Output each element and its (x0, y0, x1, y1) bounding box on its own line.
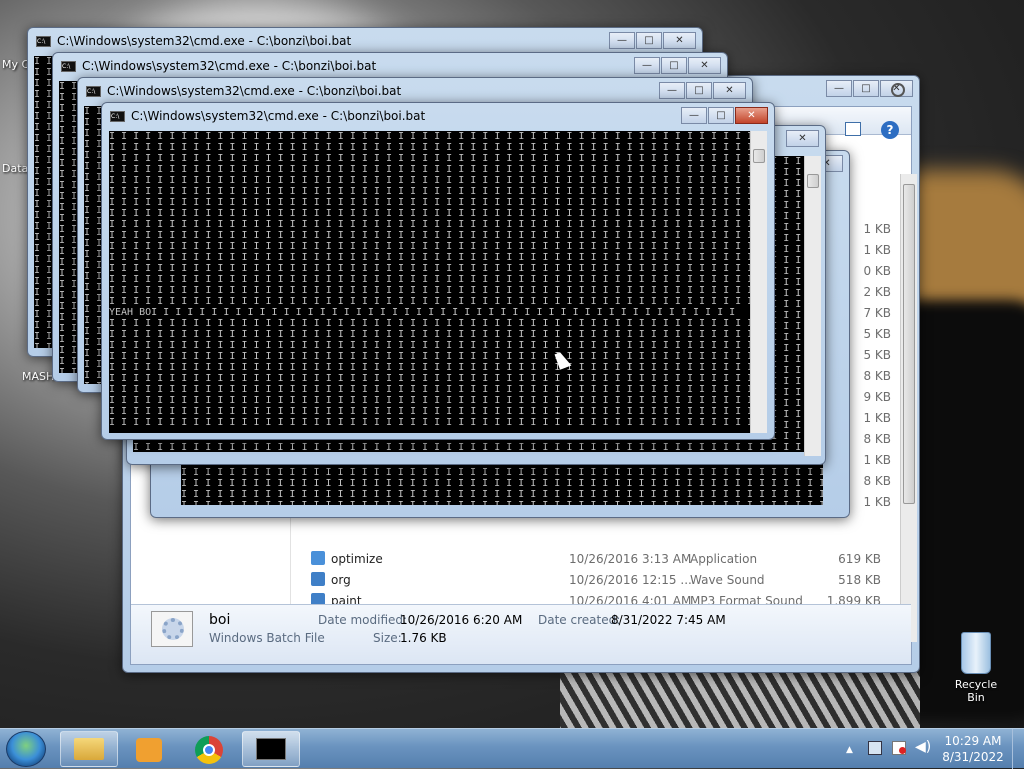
file-size: 8 KB (863, 474, 891, 488)
network-icon[interactable] (868, 741, 882, 755)
action-center-icon[interactable] (892, 741, 906, 755)
minimize-button[interactable]: — (659, 82, 685, 99)
taskbar-cmd-button[interactable] (242, 731, 300, 767)
preview-pane-icon[interactable] (845, 122, 861, 136)
details-file-name: boi (209, 612, 231, 628)
date-created-value: 8/31/2022 7:45 AM (611, 613, 726, 627)
console-scrollbar[interactable] (804, 156, 821, 456)
sound-icon (311, 572, 325, 586)
cmd-icon (256, 738, 286, 760)
chrome-icon (195, 736, 223, 764)
file-size: 8 KB (863, 369, 891, 383)
date-modified-value: 10/26/2016 6:20 AM (400, 613, 523, 627)
file-size: 5 KB (863, 327, 891, 341)
file-size: 1 KB (863, 411, 891, 425)
file-size: 1 KB (863, 222, 891, 236)
taskbar: ▲ ◀) 10:29 AM 8/31/2022 (0, 728, 1024, 769)
help-icon[interactable]: ? (881, 121, 899, 139)
recycle-bin[interactable]: Recycle Bin (945, 632, 1007, 704)
file-size: 0 KB (863, 264, 891, 278)
file-size: 7 KB (863, 306, 891, 320)
show-desktop-button[interactable] (1012, 729, 1024, 769)
cmd-icon: C:\ (110, 110, 125, 122)
details-file-type: Windows Batch File (209, 631, 325, 645)
console-scrollbar[interactable] (750, 131, 767, 433)
size-label: Size: (373, 631, 402, 645)
cmd-icon: C:\ (86, 85, 101, 97)
file-size: 619 KB (838, 552, 881, 566)
size-value: 1.76 KB (400, 631, 447, 645)
close-button[interactable]: ✕ (713, 82, 746, 99)
minimize-button[interactable]: — (609, 32, 635, 49)
maximize-button[interactable]: □ (636, 32, 662, 49)
minimize-button[interactable]: — (826, 80, 852, 97)
date-created-label: Date created: (538, 613, 621, 627)
search-icon[interactable] (891, 83, 905, 97)
file-type: Wave Sound (690, 573, 765, 587)
clock-time: 10:29 AM (944, 734, 1002, 748)
taskbar-explorer-button[interactable] (60, 731, 118, 767)
maximize-button[interactable]: □ (708, 107, 734, 124)
maximize-button[interactable]: □ (661, 57, 687, 74)
file-size: 5 KB (863, 348, 891, 362)
close-button[interactable]: ✕ (688, 57, 721, 74)
file-size: 2 KB (863, 285, 891, 299)
tray-up-arrow-icon[interactable]: ▲ (846, 745, 853, 755)
cmd-icon: C:\ (36, 35, 51, 47)
file-name: optimize (331, 552, 383, 566)
cmd-titlebar[interactable]: C:\ C:\Windows\system32\cmd.exe - C:\bonz… (102, 103, 774, 129)
cmd-titlebar[interactable]: C:\ C:\Windows\system32\cmd.exe - C:\bonz… (28, 28, 702, 54)
date-modified-label: Date modified: (318, 613, 408, 627)
file-size: 1 KB (863, 453, 891, 467)
volume-icon[interactable]: ◀) (915, 739, 931, 755)
file-size: 1 KB (863, 243, 891, 257)
clock-date: 8/31/2022 (942, 750, 1004, 764)
file-list-scrollbar[interactable] (900, 174, 917, 642)
maximize-button[interactable]: □ (853, 80, 879, 97)
file-row[interactable]: optimize 10/26/2016 3:13 AM Application 619… (311, 549, 891, 570)
details-pane: boi Windows Batch File Date modified: 10… (131, 604, 911, 664)
clock[interactable]: 10:29 AM 8/31/2022 (940, 733, 1006, 765)
file-date: 10/26/2016 12:15 ... (569, 573, 692, 587)
scrollbar-thumb[interactable] (753, 149, 765, 163)
file-size: 9 KB (863, 390, 891, 404)
minimize-button[interactable]: — (634, 57, 660, 74)
file-name: org (331, 573, 351, 587)
file-date: 10/26/2016 3:13 AM (569, 552, 692, 566)
close-button[interactable]: ✕ (786, 130, 819, 147)
batch-file-icon (151, 611, 193, 647)
app-icon (311, 551, 325, 565)
window-title: C:\Windows\system32\cmd.exe - C:\bonzi\b… (82, 59, 377, 73)
file-size: 8 KB (863, 432, 891, 446)
file-row[interactable]: org 10/26/2016 12:15 ... Wave Sound 518 KB (311, 570, 891, 591)
taskbar-media-button[interactable] (120, 731, 178, 767)
start-button[interactable] (6, 731, 46, 767)
folder-icon (74, 738, 104, 760)
cmd-titlebar[interactable]: C:\ C:\Windows\system32\cmd.exe - C:\bonz… (78, 78, 752, 104)
window-title: C:\Windows\system32\cmd.exe - C:\bonzi\b… (107, 84, 402, 98)
close-button[interactable]: ✕ (663, 32, 696, 49)
window-title: C:\Windows\system32\cmd.exe - C:\bonzi\b… (57, 34, 352, 48)
close-button[interactable]: ✕ (735, 107, 768, 124)
desktop-icon-mash[interactable]: MASH (22, 370, 54, 383)
window-title: C:\Windows\system32\cmd.exe - C:\bonzi\b… (131, 109, 426, 123)
file-size: 1 KB (863, 495, 891, 509)
cmd-icon: C:\ (61, 60, 76, 72)
console-output: I I I I I I I I I I I I I I I I I I I I … (109, 131, 751, 433)
file-type: Application (690, 552, 758, 566)
minimize-button[interactable]: — (681, 107, 707, 124)
cmd-titlebar[interactable]: C:\ C:\Windows\system32\cmd.exe - C:\bonz… (53, 53, 727, 79)
scrollbar-thumb[interactable] (903, 184, 915, 504)
desktop-icon-data[interactable]: Data (2, 162, 28, 175)
taskbar-chrome-button[interactable] (180, 731, 238, 767)
file-size: 518 KB (838, 573, 881, 587)
cmd-window-active[interactable]: C:\ C:\Windows\system32\cmd.exe - C:\bonz… (101, 102, 775, 440)
recycle-bin-icon (961, 632, 991, 674)
desktop-icon-computer[interactable]: My C (2, 58, 29, 71)
maximize-button[interactable]: □ (686, 82, 712, 99)
media-player-icon (136, 738, 162, 762)
